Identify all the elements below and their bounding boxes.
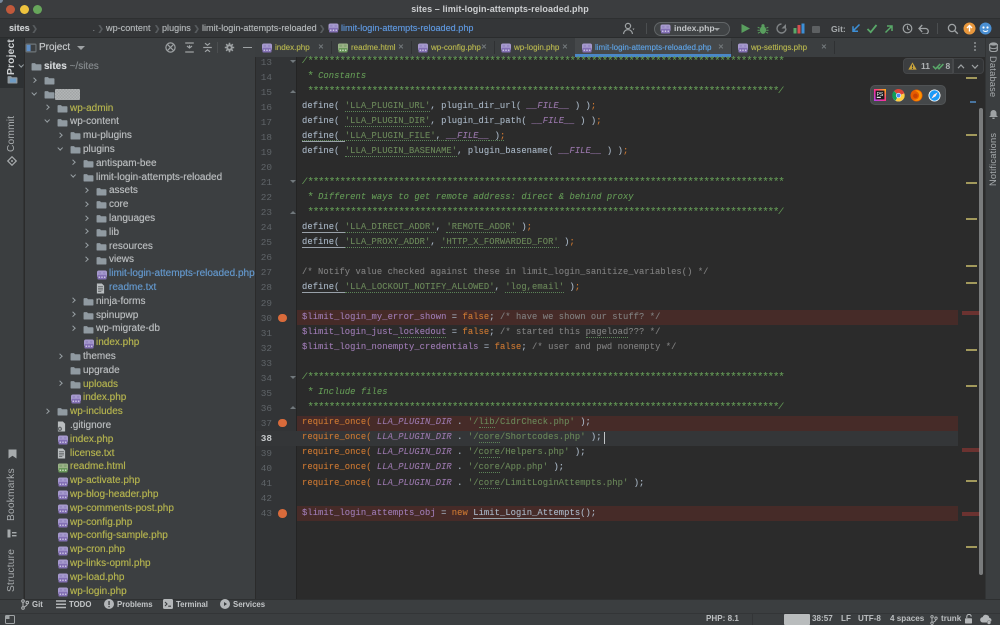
svg-text:PS: PS bbox=[877, 92, 884, 98]
